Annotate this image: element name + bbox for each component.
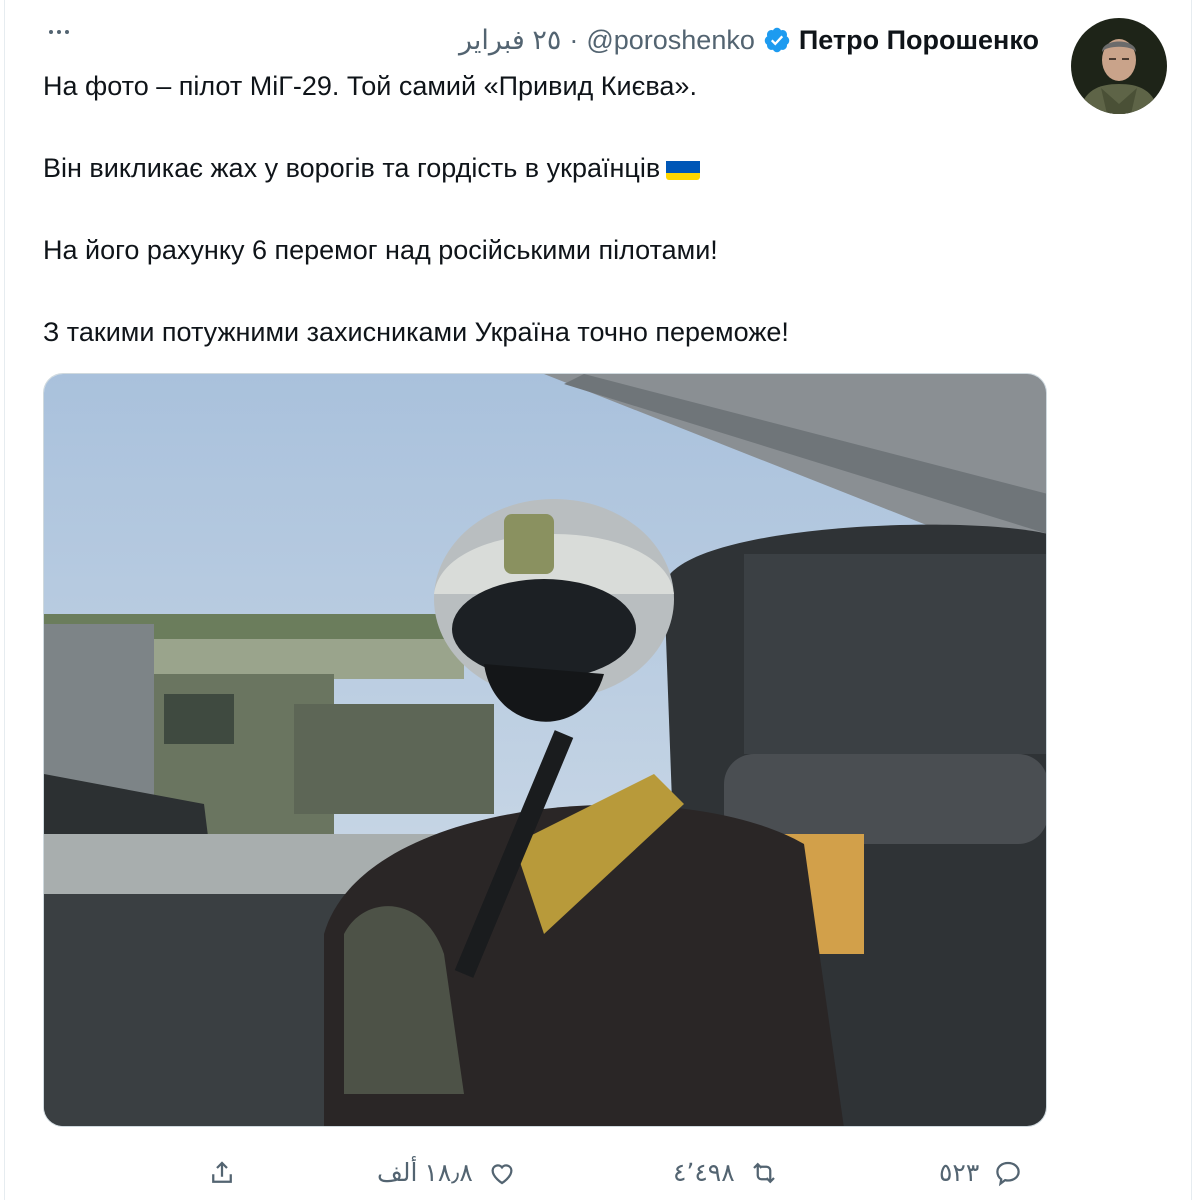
tweet-paragraph: З такими потужними захисниками Україна т… — [43, 317, 789, 347]
retweet-action[interactable]: ٤٬٤٩٨ — [673, 1146, 779, 1200]
tweet-paragraph: Він викликає жах у ворогів та гордість в… — [43, 153, 661, 183]
more-options-icon[interactable] — [43, 22, 75, 42]
like-count: ١٨٫٨ ألف — [377, 1159, 473, 1187]
ukraine-flag-icon — [666, 156, 701, 180]
like-icon[interactable] — [487, 1158, 517, 1188]
tweet-text: На фото – пілот МіГ-29. Той самий «Приви… — [43, 66, 1043, 394]
author-handle[interactable]: @poroshenko — [586, 25, 755, 56]
tweet-paragraph: На його рахунку 6 перемог над російським… — [43, 235, 718, 265]
header-separator: · — [569, 24, 579, 55]
tweet-actions: ٥٢٣ ٤٬٤٩٨ ١٨٫٨ ألف — [5, 1146, 1193, 1200]
tweet-date[interactable]: ٢٥ فبراير — [459, 25, 561, 56]
tweet-card[interactable]: Петро Порошенко @poroshenko · ٢٥ فبراير … — [4, 0, 1192, 1200]
share-action[interactable] — [207, 1146, 237, 1200]
author-name[interactable]: Петро Порошенко — [799, 25, 1039, 56]
retweet-icon[interactable] — [749, 1158, 779, 1188]
share-icon[interactable] — [207, 1158, 237, 1188]
tweet-header: Петро Порошенко @poroshenko · ٢٥ فبراير — [459, 20, 1039, 60]
reply-icon[interactable] — [993, 1158, 1023, 1188]
like-action[interactable]: ١٨٫٨ ألف — [377, 1146, 517, 1200]
tweet-paragraph: На фото – пілот МіГ-29. Той самий «Приви… — [43, 71, 697, 101]
verified-badge-icon — [764, 27, 790, 53]
reply-action[interactable]: ٥٢٣ — [939, 1146, 1023, 1200]
tweet-photo[interactable] — [43, 373, 1047, 1127]
author-avatar[interactable] — [1071, 18, 1167, 114]
retweet-count: ٤٬٤٩٨ — [673, 1159, 735, 1187]
tweet-paragraph-with-flag: Він викликає жах у ворогів та гордість в… — [43, 148, 1043, 189]
reply-count: ٥٢٣ — [939, 1159, 980, 1187]
